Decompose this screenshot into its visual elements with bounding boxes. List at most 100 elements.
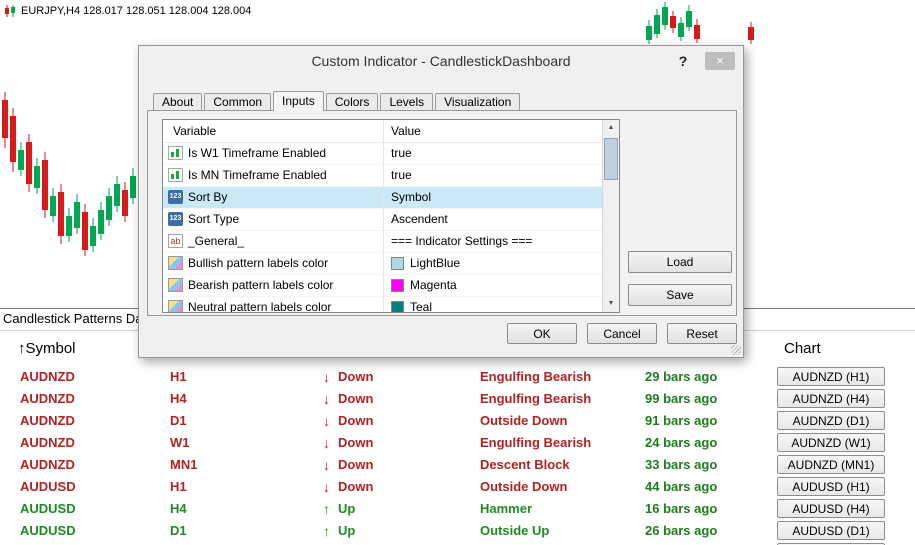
scroll-up-icon[interactable]: ▲ [603, 120, 619, 136]
table-row: AUDNZD D1 ↓ Down Outside Down 91 bars ag… [0, 410, 915, 432]
pattern-cell: Outside Down [480, 479, 568, 494]
direction-cell: Down [338, 479, 374, 494]
dashboard-table: AUDNZD H1 ↓ Down Engulfing Bearish 29 ba… [0, 366, 915, 545]
param-row[interactable]: _General_ === Indicator Settings === [163, 231, 619, 253]
table-row: AUDUSD D1 ↑ Up Outside Up 26 bars ago AU… [0, 520, 915, 542]
table-row: AUDNZD MN1 ↓ Down Descent Block 33 bars … [0, 454, 915, 476]
table-row: AUDUSD H1 ↓ Down Outside Down 44 bars ag… [0, 476, 915, 498]
custom-indicator-dialog: Custom Indicator - CandlestickDashboard … [138, 45, 744, 358]
chart-button[interactable]: AUDUSD (H4) [777, 499, 885, 518]
help-button[interactable]: ? [673, 46, 693, 76]
column-divider [383, 120, 384, 312]
down-arrow-icon: ↓ [323, 413, 330, 429]
param-name: Bearish pattern labels color [188, 278, 334, 292]
color-icon [168, 300, 183, 312]
bars-ago-cell: 99 bars ago [645, 391, 718, 406]
direction-cell: Up [338, 501, 356, 516]
pattern-cell: Outside Up [480, 523, 550, 538]
param-value[interactable]: === Indicator Settings === [391, 231, 532, 252]
param-row[interactable]: Bearish pattern labels color Magenta [163, 275, 619, 297]
direction-cell: Down [338, 413, 374, 428]
tab-levels[interactable]: Levels [380, 93, 434, 110]
color-icon [168, 278, 183, 292]
table-row: AUDUSD H4 ↑ Up Hammer 16 bars ago AUDUSD… [0, 498, 915, 520]
number-icon [168, 190, 183, 204]
dialog-tabs: About Common Inputs Colors Levels Visual… [153, 91, 522, 111]
chart-button[interactable]: AUDUSD (H1) [777, 477, 885, 496]
param-value[interactable]: true [391, 165, 412, 186]
direction-cell: Down [338, 391, 374, 406]
chart-button[interactable]: AUDUSD (D1) [777, 521, 885, 540]
param-row[interactable]: Is W1 Timeframe Enabled true [163, 143, 619, 165]
bars-ago-cell: 91 bars ago [645, 413, 718, 428]
tab-about[interactable]: About [153, 93, 203, 110]
direction-cell: Down [338, 457, 374, 472]
load-button[interactable]: Load [628, 251, 732, 273]
direction-cell: Up [338, 523, 356, 538]
param-row[interactable]: Sort Type Ascendent [163, 209, 619, 231]
timeframe-icon [168, 146, 183, 160]
down-arrow-icon: ↓ [323, 435, 330, 451]
param-name: Sort By [188, 190, 228, 204]
close-icon[interactable]: × [705, 52, 735, 70]
param-row[interactable]: Neutral pattern labels color Teal [163, 297, 619, 312]
symbol-cell: AUDNZD [20, 369, 75, 384]
param-value[interactable]: Symbol [391, 187, 431, 208]
param-row-selected[interactable]: Sort By Symbol [163, 187, 619, 209]
timeframe-cell: D1 [170, 523, 187, 538]
param-value[interactable]: Ascendent [391, 209, 448, 230]
param-value[interactable]: Magenta [391, 275, 457, 296]
ok-button[interactable]: OK [507, 323, 577, 344]
chart-button[interactable]: AUDNZD (W1) [777, 433, 885, 452]
tab-common[interactable]: Common [204, 93, 272, 110]
chart-button[interactable]: AUDNZD (D1) [777, 411, 885, 430]
color-name: LightBlue [410, 256, 461, 270]
dialog-titlebar[interactable]: Custom Indicator - CandlestickDashboard … [139, 46, 743, 76]
scrollbar[interactable]: ▲ ▼ [602, 120, 619, 312]
text-icon [168, 234, 183, 248]
parameters-table: Variable Value Is W1 Timeframe Enabled t… [162, 119, 620, 313]
chart-button[interactable]: AUDNZD (H4) [777, 389, 885, 408]
down-arrow-icon: ↓ [323, 457, 330, 473]
tab-visualization[interactable]: Visualization [435, 93, 521, 110]
symbol-sort-header[interactable]: ↑Symbol [18, 340, 76, 357]
scrollbar-thumb[interactable] [604, 138, 618, 180]
param-name: _General_ [188, 234, 245, 248]
param-value[interactable]: true [391, 143, 412, 164]
bars-ago-cell: 16 bars ago [645, 501, 718, 516]
reset-button[interactable]: Reset [667, 323, 737, 344]
param-row[interactable]: Bullish pattern labels color LightBlue [163, 253, 619, 275]
timeframe-cell: D1 [170, 413, 187, 428]
timeframe-icon [168, 168, 183, 182]
timeframe-cell: H1 [170, 479, 187, 494]
down-arrow-icon: ↓ [323, 369, 330, 385]
save-button[interactable]: Save [628, 284, 732, 306]
param-value[interactable]: Teal [391, 297, 432, 312]
value-column-header: Value [391, 124, 421, 138]
table-row: AUDNZD H4 ↓ Down Engulfing Bearish 99 ba… [0, 388, 915, 410]
param-value[interactable]: LightBlue [391, 253, 460, 274]
tab-colors[interactable]: Colors [325, 93, 379, 110]
pattern-cell: Engulfing Bearish [480, 391, 592, 406]
bars-ago-cell: 29 bars ago [645, 369, 718, 384]
chart-button[interactable]: AUDNZD (H1) [777, 367, 885, 386]
chart-button[interactable]: AUDNZD (MN1) [777, 455, 885, 474]
color-icon [168, 256, 183, 270]
cancel-button[interactable]: Cancel [587, 323, 657, 344]
symbol-cell: AUDUSD [20, 479, 76, 494]
symbol-cell: AUDNZD [20, 457, 75, 472]
scroll-down-icon[interactable]: ▼ [603, 296, 619, 312]
color-swatch [391, 279, 404, 292]
param-name: Is MN Timeframe Enabled [188, 168, 327, 182]
down-arrow-icon: ↓ [323, 479, 330, 495]
ohlc-text: EURJPY,H4 128.017 128.051 128.004 128.00… [21, 5, 252, 17]
symbol-cell: AUDNZD [20, 413, 75, 428]
tab-inputs[interactable]: Inputs [273, 91, 324, 111]
symbol-cell: AUDNZD [20, 391, 75, 406]
param-row[interactable]: Is MN Timeframe Enabled true [163, 165, 619, 187]
color-name: Magenta [410, 278, 457, 292]
resize-grip[interactable] [731, 345, 741, 355]
direction-cell: Down [338, 369, 374, 384]
timeframe-cell: MN1 [170, 457, 198, 472]
color-swatch [391, 257, 404, 270]
